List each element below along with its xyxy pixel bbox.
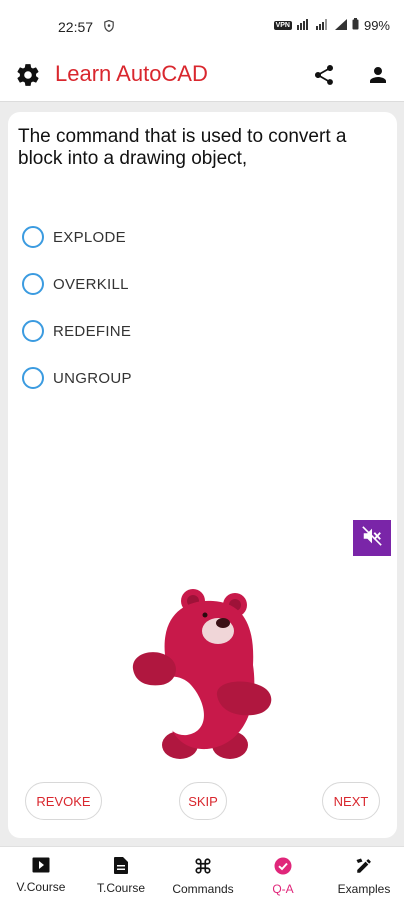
share-icon[interactable] <box>312 62 336 93</box>
bear-mascot-image <box>125 585 285 768</box>
nav-item-commands[interactable]: Commands <box>168 847 238 900</box>
nav-label: V.Course <box>16 880 66 894</box>
check-circle-icon <box>274 857 292 880</box>
status-bar: 22:57 VPN 99% <box>0 0 404 52</box>
revoke-button[interactable]: REVOKE <box>25 782 102 820</box>
wifi-signal-icon <box>315 18 330 33</box>
option-label: OVERKILL <box>53 275 129 293</box>
speaker-muted-icon <box>361 525 383 552</box>
shield-icon <box>104 19 114 37</box>
person-icon[interactable] <box>366 62 390 93</box>
gear-icon[interactable] <box>15 62 41 93</box>
option-overkill[interactable]: OVERKILL <box>22 270 129 298</box>
app-bar: Learn AutoCAD <box>0 52 404 102</box>
skip-button[interactable]: SKIP <box>179 782 227 820</box>
status-time: 22:57 <box>58 19 94 35</box>
next-button[interactable]: NEXT <box>322 782 380 820</box>
nav-label: Commands <box>172 882 234 896</box>
nav-item-examples[interactable]: Examples <box>333 847 395 900</box>
battery-percent: 99% <box>363 18 390 33</box>
document-icon <box>114 857 128 879</box>
option-ungroup[interactable]: UNGROUP <box>22 364 132 392</box>
app-title: Learn AutoCAD <box>55 61 208 86</box>
status-icons: VPN 99% <box>273 18 390 33</box>
bottom-nav: V.Course T.Course Commands Q-A Examples <box>0 846 404 900</box>
cell-signal-icon <box>334 18 347 33</box>
nav-label: Examples <box>337 882 391 896</box>
option-label: REDEFINE <box>53 322 132 340</box>
command-icon <box>194 857 212 880</box>
nav-item-tcourse[interactable]: T.Course <box>90 847 152 900</box>
pencil-ruler-icon <box>355 857 373 880</box>
vpn-badge: VPN <box>273 21 292 30</box>
radio-button[interactable] <box>22 367 44 389</box>
option-redefine[interactable]: REDEFINE <box>22 317 131 345</box>
option-explode[interactable]: EXPLODE <box>22 223 126 251</box>
option-label: UNGROUP <box>53 369 132 387</box>
radio-button[interactable] <box>22 226 44 248</box>
nav-item-vcourse[interactable]: V.Course <box>10 847 72 900</box>
play-icon <box>32 857 50 878</box>
question-text: The command that is used to convert a bl… <box>18 126 347 169</box>
signal-volte-icon <box>296 18 311 33</box>
radio-button[interactable] <box>22 273 44 295</box>
nav-label: T.Course <box>96 881 146 895</box>
radio-button[interactable] <box>22 320 44 342</box>
nav-label: Q-A <box>272 882 294 896</box>
battery-icon <box>352 18 359 33</box>
mute-button[interactable] <box>353 520 391 556</box>
option-label: EXPLODE <box>53 228 126 246</box>
nav-item-qa[interactable]: Q-A <box>258 847 308 900</box>
